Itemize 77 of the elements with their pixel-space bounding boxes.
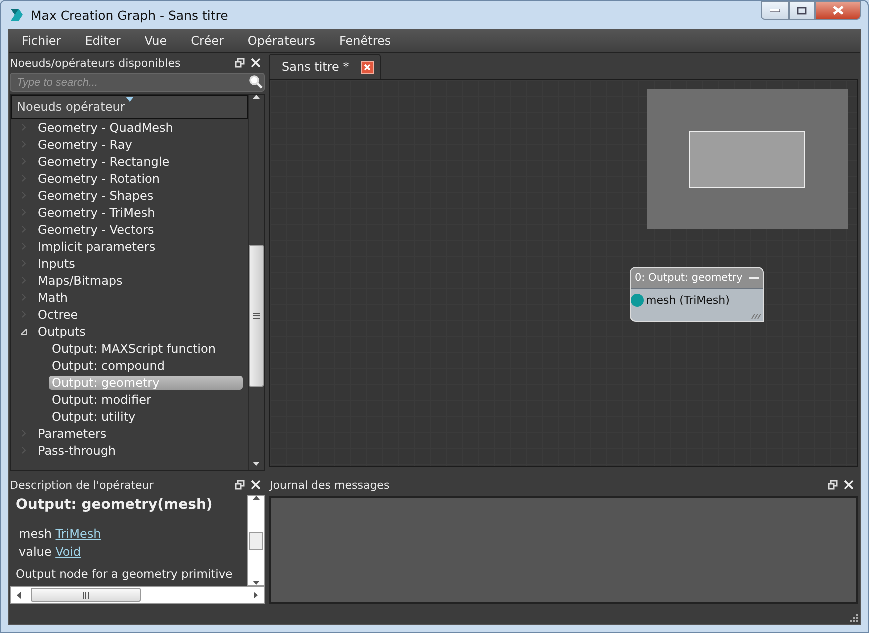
graph-node[interactable]: 0: Output: geometry mesh (TriMesh) xyxy=(630,267,764,322)
menu-item[interactable]: Fichier xyxy=(13,34,76,48)
close-icon[interactable] xyxy=(251,480,261,490)
search-icon[interactable] xyxy=(249,75,263,89)
tree-item[interactable]: Geometry - Shapes xyxy=(35,188,157,202)
expanded-arrow-icon[interactable] xyxy=(21,328,27,334)
param-name: mesh xyxy=(19,527,53,541)
scrollbar[interactable] xyxy=(10,586,265,604)
scroll-right-icon[interactable] xyxy=(254,592,258,598)
scrollbar[interactable] xyxy=(248,95,264,470)
close-tab-icon[interactable] xyxy=(361,60,374,74)
scroll-left-icon[interactable] xyxy=(17,592,21,598)
panel-title: Description de l'opérateur xyxy=(10,478,154,492)
grip-icon xyxy=(83,592,89,598)
tree-item[interactable]: Output: modifier xyxy=(49,392,154,406)
scroll-thumb[interactable] xyxy=(249,245,264,387)
tree-item[interactable]: Output: MAXScript function xyxy=(49,342,219,356)
menu-item[interactable]: Créer xyxy=(182,34,239,48)
tree-item[interactable]: Outputs xyxy=(35,324,89,338)
scroll-thumb[interactable] xyxy=(31,588,141,602)
panel-title: Noeuds/opérateurs disponibles xyxy=(10,56,181,70)
document-tab[interactable]: Sans titre * xyxy=(269,54,382,79)
minimap[interactable] xyxy=(647,89,848,229)
resize-grip-icon[interactable] xyxy=(849,613,858,622)
float-icon[interactable] xyxy=(828,480,838,490)
minimize-icon xyxy=(770,8,780,12)
tree-item[interactable]: Pass-through xyxy=(35,444,120,458)
scroll-up-icon[interactable] xyxy=(252,496,260,500)
tree-item[interactable]: Maps/Bitmaps xyxy=(35,274,126,288)
resize-grip-icon[interactable] xyxy=(749,314,761,319)
grip-icon xyxy=(253,313,260,319)
description-text: Output node for a geometry primitive xyxy=(16,567,234,581)
tree-item[interactable]: Geometry - Ray xyxy=(35,138,136,152)
tree-item[interactable]: Geometry - TriMesh xyxy=(35,206,158,220)
sort-icon xyxy=(126,97,134,102)
param-name: value xyxy=(19,545,53,559)
close-icon[interactable] xyxy=(251,58,261,68)
app-logo-icon xyxy=(9,7,25,23)
menu-item[interactable]: Opérateurs xyxy=(238,34,331,48)
close-button[interactable] xyxy=(815,1,861,20)
panel-title: Journal des messages xyxy=(270,478,390,492)
tree-item[interactable]: Geometry - Rotation xyxy=(35,172,163,186)
scrollbar[interactable] xyxy=(247,495,265,586)
type-link[interactable]: Void xyxy=(56,545,82,559)
close-icon[interactable] xyxy=(844,480,854,490)
tree-item[interactable]: Parameters xyxy=(35,426,110,440)
tree-item[interactable]: Geometry - Vectors xyxy=(35,222,158,236)
viewport-frame[interactable] xyxy=(689,131,805,188)
column-header[interactable]: Noeuds opérateur xyxy=(11,95,248,119)
type-link[interactable]: TriMesh xyxy=(56,527,102,541)
port-label: mesh (TriMesh) xyxy=(646,294,730,306)
float-icon[interactable] xyxy=(235,480,245,490)
input-port[interactable] xyxy=(631,294,644,306)
tree-item[interactable]: Inputs xyxy=(35,256,78,270)
close-icon xyxy=(832,6,844,15)
tree-item[interactable]: Output: utility xyxy=(49,410,139,424)
tree-item[interactable]: Octree xyxy=(35,308,82,322)
tree-item[interactable]: Geometry - QuadMesh xyxy=(35,120,176,134)
tree-item[interactable]: Output: compound xyxy=(49,358,168,372)
window-title: Max Creation Graph - Sans titre xyxy=(31,8,228,22)
node-title: 0: Output: geometry xyxy=(635,272,743,284)
scroll-down-icon[interactable] xyxy=(253,462,260,466)
maximize-icon xyxy=(797,6,807,14)
scroll-up-icon[interactable] xyxy=(253,95,260,99)
tree-item[interactable]: Geometry - Rectangle xyxy=(35,154,173,168)
menu-item[interactable]: Vue xyxy=(136,34,182,48)
collapse-icon[interactable] xyxy=(749,276,759,280)
menu-item[interactable]: Fenêtres xyxy=(330,34,406,48)
maximize-button[interactable] xyxy=(789,1,815,20)
operator-heading: Output: geometry(mesh) xyxy=(16,497,214,513)
tree-item[interactable]: Implicit parameters xyxy=(35,240,159,254)
search-field[interactable]: Type to search... xyxy=(10,73,265,92)
scroll-thumb[interactable] xyxy=(249,532,263,550)
menu-item[interactable]: Editer xyxy=(76,34,136,48)
graph-canvas[interactable]: 0: Output: geometry mesh (TriMesh) xyxy=(269,79,858,467)
float-icon[interactable] xyxy=(235,58,245,68)
tree-item[interactable]: Math xyxy=(35,290,72,304)
